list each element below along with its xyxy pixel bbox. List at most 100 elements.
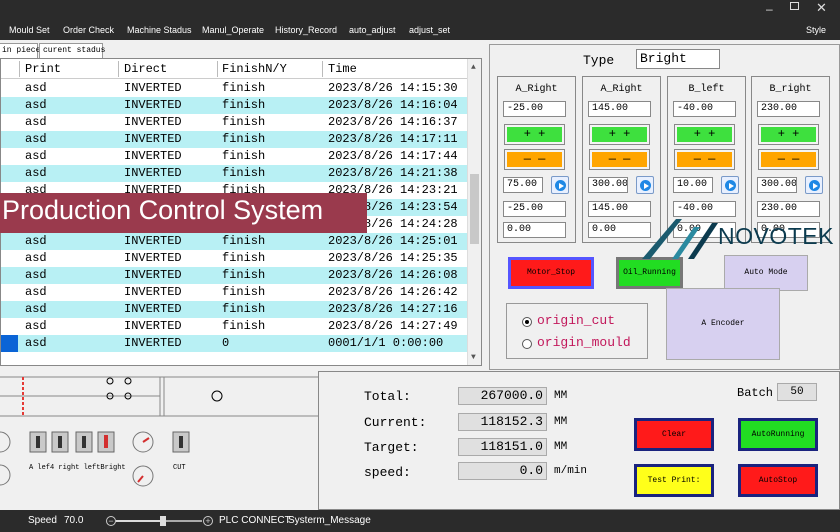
minimize-icon[interactable]: – (766, 2, 773, 16)
oil-running-button[interactable]: Oil_Running (616, 257, 683, 289)
cell-direct: INVERTED (124, 98, 182, 112)
menu-adjust-set[interactable]: adjust_set (409, 25, 450, 35)
origin-mould-label[interactable]: origin_mould (537, 335, 631, 350)
test-print-button[interactable]: Test Print: (634, 464, 714, 497)
column-header-print[interactable]: Print (25, 62, 61, 76)
table-row[interactable]: asd INVERTED 0 0001/1/1 0:00:00 (1, 335, 467, 352)
menu-mould-set[interactable]: Mould Set (9, 25, 50, 35)
column-header-direct[interactable]: Direct (124, 62, 167, 76)
auto-mode-button[interactable]: Auto Mode (724, 255, 808, 291)
cell-time: 2023/8/26 14:26:42 (328, 285, 458, 299)
menu-history-record[interactable]: History_Record (275, 25, 337, 35)
table-row[interactable]: asd INVERTED finish 2023/8/26 14:25:01 (1, 233, 467, 250)
menu-order-check[interactable]: Order Check (63, 25, 114, 35)
axis-box-0: A_Right -25.00 + + — — 75.00 -25.00 0.00 (497, 76, 576, 243)
table-row[interactable]: asd INVERTED finish 2023/8/26 14:25:35 (1, 250, 467, 267)
cell-print: asd (25, 234, 47, 248)
axis-target-input[interactable]: 300.00 (757, 177, 797, 193)
cell-print: asd (25, 268, 47, 282)
axis-target-input[interactable]: 300.00 (588, 177, 628, 193)
jog-plus-button[interactable]: + + (589, 124, 650, 145)
menu-manual-operate[interactable]: Manul_Operate (202, 25, 264, 35)
cell-print: asd (25, 98, 47, 112)
axis-target-input[interactable]: 10.00 (673, 177, 713, 193)
go-arrow-icon[interactable] (551, 176, 569, 194)
menu-style[interactable]: Style (806, 25, 826, 35)
batch-field[interactable]: 50 (777, 383, 817, 401)
column-header-finish[interactable]: FinishN/Y (222, 62, 287, 76)
speed-slider[interactable] (116, 516, 202, 526)
speed-status-label: Speed (28, 515, 57, 526)
scroll-down-icon[interactable]: ▼ (471, 353, 476, 362)
jog-minus-button[interactable]: — — (589, 149, 650, 170)
axis-target-input[interactable]: 75.00 (503, 177, 543, 193)
tab-strip: in piece curent stadus (0, 40, 486, 58)
table-row[interactable]: asd INVERTED finish 2023/8/26 14:27:49 (1, 318, 467, 335)
type-field[interactable]: Bright (636, 49, 720, 69)
jog-minus-button[interactable]: — — (504, 149, 565, 170)
jog-plus-button[interactable]: + + (758, 124, 819, 145)
jog-minus-button[interactable]: — — (674, 149, 735, 170)
table-row[interactable]: asd INVERTED finish 2023/8/26 14:21:38 (1, 165, 467, 182)
cell-direct: INVERTED (124, 285, 182, 299)
table-row[interactable]: asd INVERTED finish 2023/8/26 14:26:08 (1, 267, 467, 284)
scroll-up-icon[interactable]: ▲ (471, 63, 476, 72)
speed-increase-icon[interactable]: + (203, 516, 213, 526)
column-divider (19, 61, 20, 77)
table-row[interactable]: asd INVERTED finish 2023/8/26 14:15:30 (1, 80, 467, 97)
go-arrow-icon[interactable] (721, 176, 739, 194)
cell-print: asd (25, 166, 47, 180)
origin-group: origin_cut origin_mould (506, 303, 648, 359)
column-divider (322, 61, 323, 77)
tab-in-piece[interactable]: in piece (0, 43, 40, 58)
close-icon[interactable]: ✕ (816, 0, 827, 16)
column-header-time[interactable]: Time (328, 62, 357, 76)
total-unit: MM (554, 390, 568, 402)
a-encoder-button[interactable]: A Encoder (666, 288, 780, 360)
cell-direct: INVERTED (124, 268, 182, 282)
table-row[interactable]: asd INVERTED finish 2023/8/26 14:17:11 (1, 131, 467, 148)
column-divider (217, 61, 218, 77)
table-row[interactable]: asd INVERTED finish 2023/8/26 14:27:16 (1, 301, 467, 318)
clear-button[interactable]: Clear (634, 418, 714, 451)
axis-zero-field[interactable]: 0.00 (503, 222, 566, 238)
axis-current-field: 230.00 (757, 101, 820, 117)
table-row[interactable]: asd INVERTED finish 2023/8/26 14:17:44 (1, 148, 467, 165)
cell-finish: finish (222, 319, 266, 333)
scrollbar-thumb[interactable] (470, 174, 479, 244)
cell-finish: finish (222, 166, 266, 180)
origin-mould-radio[interactable] (522, 339, 532, 349)
page-title-banner: Production Control System (0, 193, 367, 233)
go-arrow-icon[interactable] (805, 176, 823, 194)
row-selection-marker (1, 335, 18, 352)
machine-diagram: A lef4 right leftBright CUT (0, 372, 318, 510)
motor-stop-button[interactable]: Motor_Stop (508, 257, 594, 289)
table-scrollbar[interactable]: ▲ ▼ (467, 59, 481, 365)
cell-finish: finish (222, 81, 266, 95)
table-row[interactable]: asd INVERTED finish 2023/8/26 14:16:37 (1, 114, 467, 131)
menu-machine-status[interactable]: Machine Stadus (127, 25, 192, 35)
jog-plus-button[interactable]: + + (674, 124, 735, 145)
jog-plus-button[interactable]: + + (504, 124, 565, 145)
cell-time: 2023/8/26 14:17:44 (328, 149, 458, 163)
table-row[interactable]: asd INVERTED finish 2023/8/26 14:26:42 (1, 284, 467, 301)
axis-title: A_Right (515, 84, 558, 95)
cell-time: 2023/8/26 14:25:35 (328, 251, 458, 265)
auto-running-button[interactable]: AutoRunning (738, 418, 818, 451)
speed-slider-knob[interactable] (160, 516, 167, 526)
origin-cut-label[interactable]: origin_cut (537, 313, 615, 328)
menu-auto-adjust[interactable]: auto_adjust (349, 25, 396, 35)
speed-decrease-icon[interactable]: − (106, 516, 116, 526)
jog-minus-button[interactable]: — — (758, 149, 819, 170)
cell-print: asd (25, 319, 47, 333)
table-row[interactable]: asd INVERTED finish 2023/8/26 14:16:04 (1, 97, 467, 114)
go-arrow-icon[interactable] (636, 176, 654, 194)
origin-cut-radio[interactable] (522, 317, 532, 327)
auto-stop-button[interactable]: AutoStop (738, 464, 818, 497)
system-message: Systerm_Message (288, 515, 371, 526)
total-label: Total: (364, 389, 411, 404)
current-label: Current: (364, 415, 427, 430)
tab-current-status[interactable]: curent stadus (39, 43, 105, 58)
cell-finish: finish (222, 302, 266, 316)
maximize-icon[interactable] (790, 2, 799, 10)
